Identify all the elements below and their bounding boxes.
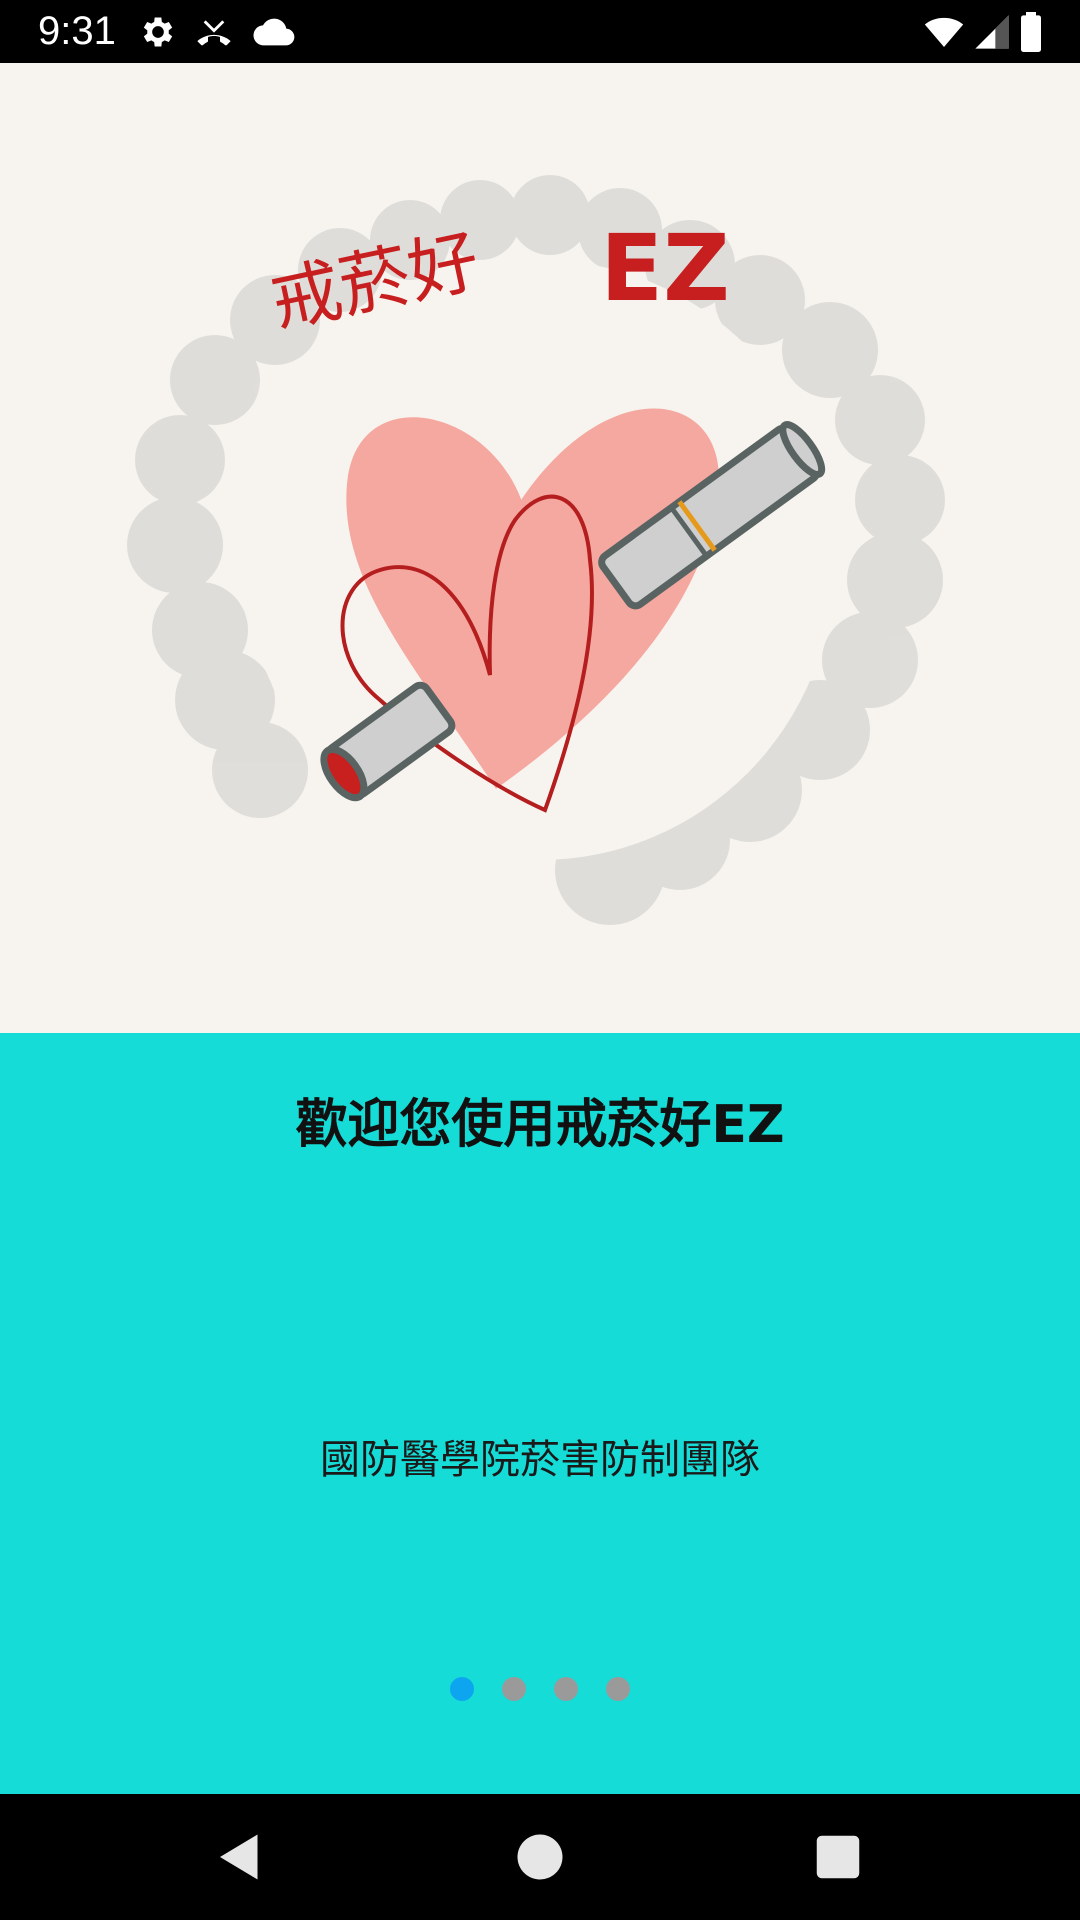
page-dot-4[interactable] bbox=[606, 1677, 630, 1701]
app-screen: 9:31 戒菸好 EZ 歡迎您使用戒菸好EZ 國防醫學院菸害防制團隊 bbox=[0, 0, 1080, 1920]
battery-icon bbox=[1014, 12, 1048, 52]
recents-icon[interactable] bbox=[808, 1827, 868, 1887]
logo-text-ez: EZ bbox=[600, 215, 730, 322]
home-icon[interactable] bbox=[510, 1827, 570, 1887]
status-bar: 9:31 bbox=[0, 0, 1080, 63]
cloud-icon bbox=[252, 12, 296, 52]
wifi-icon bbox=[922, 12, 966, 52]
back-icon[interactable] bbox=[210, 1827, 270, 1887]
cellular-signal-icon bbox=[972, 12, 1012, 52]
page-indicator bbox=[0, 1677, 1080, 1701]
intro-illustration: 戒菸好 EZ bbox=[0, 63, 1080, 1033]
page-dot-1[interactable] bbox=[450, 1677, 474, 1701]
navigation-bar bbox=[0, 1794, 1080, 1920]
team-name: 國防醫學院菸害防制團隊 bbox=[320, 1437, 760, 1483]
welcome-title: 歡迎您使用戒菸好EZ bbox=[295, 1095, 785, 1155]
heart-with-cigarette-illustration: 戒菸好 EZ bbox=[127, 175, 945, 925]
page-dot-2[interactable] bbox=[502, 1677, 526, 1701]
status-time: 9:31 bbox=[38, 9, 116, 53]
missed-call-icon bbox=[194, 12, 234, 52]
page-dot-3[interactable] bbox=[554, 1677, 578, 1701]
settings-icon bbox=[138, 12, 178, 52]
